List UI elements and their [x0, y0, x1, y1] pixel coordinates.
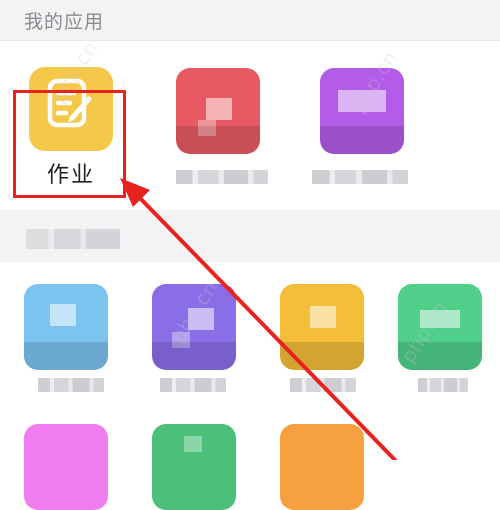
- highlight-box: [13, 90, 126, 198]
- app-icon-teal[interactable]: [152, 424, 236, 510]
- app-label-blurred: [418, 378, 468, 392]
- my-apps-title: 我的应用: [24, 11, 105, 33]
- section-title-blurred: [26, 229, 120, 249]
- app-icon-orange[interactable]: [280, 424, 364, 510]
- app-icon-red[interactable]: [176, 68, 260, 154]
- app-icon-blue[interactable]: [24, 284, 108, 370]
- app-label-blurred: [312, 170, 408, 184]
- app-label-blurred: [176, 170, 268, 184]
- section-divider: [0, 210, 500, 262]
- app-label-blurred: [38, 378, 104, 392]
- my-apps-header: 我的应用: [0, 0, 500, 41]
- app-label-blurred: [290, 378, 356, 392]
- app-label-blurred: [160, 378, 226, 392]
- app-icon-pink[interactable]: [24, 424, 108, 510]
- app-icon-gold[interactable]: [280, 284, 364, 370]
